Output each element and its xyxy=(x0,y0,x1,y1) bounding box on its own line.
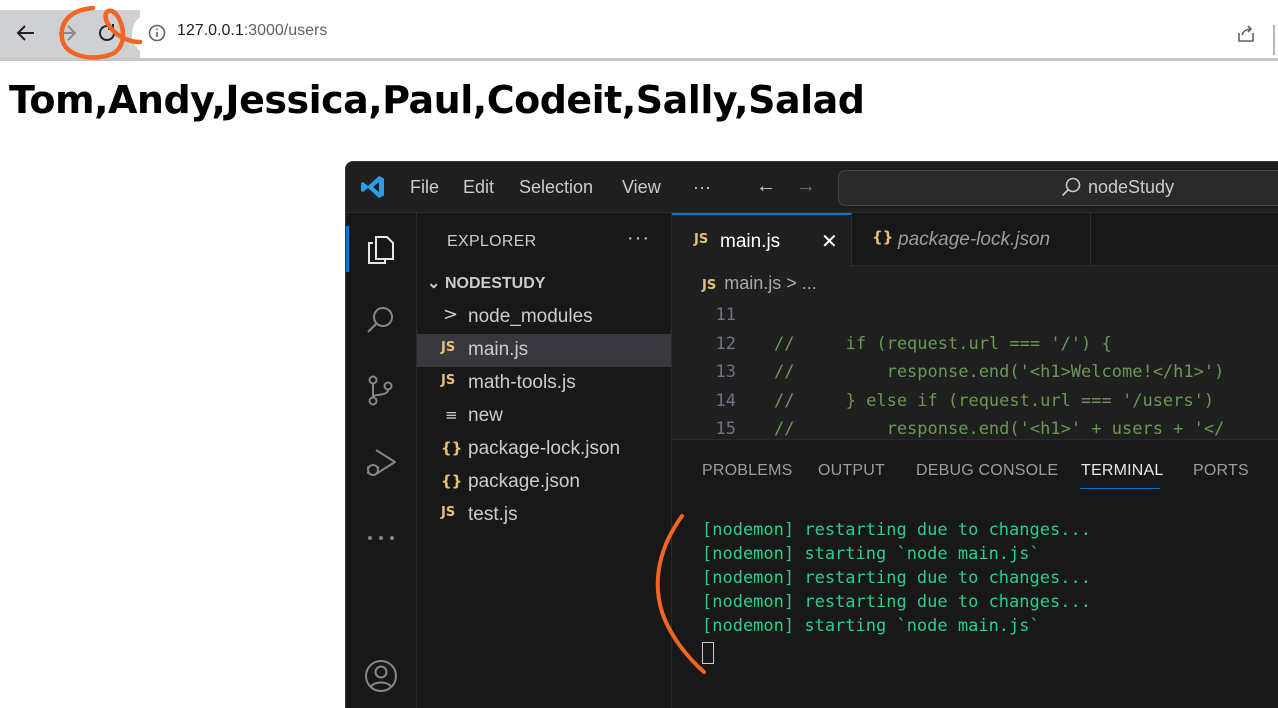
tab-main-js[interactable]: JS main.js ✕ xyxy=(672,213,852,267)
json-file-icon: {} xyxy=(441,472,463,490)
tree-item-label: node_modules xyxy=(468,306,593,327)
code-line: 11 xyxy=(672,305,1278,333)
code-text: // response.end('<h1>Welcome!</h1>') xyxy=(774,362,1225,382)
code-text: // if (request.url === '/') { xyxy=(774,334,1112,354)
active-indicator xyxy=(346,226,349,272)
tree-item-main-js[interactable]: JS main.js xyxy=(417,334,671,367)
title-bar: File Edit Selection View ··· ← → nodeStu… xyxy=(346,162,1278,213)
nav-forward-icon[interactable]: → xyxy=(796,175,816,198)
js-file-icon: JS xyxy=(441,373,456,388)
toolbar-divider xyxy=(0,58,1278,61)
terminal-tab-underline xyxy=(1080,488,1160,489)
tree-item-label: package-lock.json xyxy=(468,438,621,459)
code-line: 12 // if (request.url === '/') { xyxy=(672,334,1278,362)
json-file-icon: {} xyxy=(872,228,894,246)
more-actions-icon[interactable] xyxy=(364,521,398,555)
code-line: 14 // } else if (request.url === '/users'… xyxy=(672,391,1278,419)
tree-item-math-tools-js[interactable]: JS math-tools.js xyxy=(417,367,671,400)
vscode-window: File Edit Selection View ··· ← → nodeStu… xyxy=(345,161,1278,708)
js-file-icon: JS xyxy=(702,278,717,293)
workspace-folder-label: NODESTUDY xyxy=(445,275,546,292)
activity-bar xyxy=(346,213,417,708)
line-number: 14 xyxy=(715,391,736,411)
close-icon[interactable]: ✕ xyxy=(821,229,838,254)
page-heading: Tom,Andy,Jessica,Paul,Codeit,Sally,Salad xyxy=(9,78,865,122)
editor-area: JS main.js ✕ {} package-lock.json JS main… xyxy=(672,213,1278,708)
tab-problems[interactable]: PROBLEMS xyxy=(702,462,793,480)
tab-ports[interactable]: PORTS xyxy=(1193,462,1249,480)
breadcrumb[interactable]: JS main.js > ... xyxy=(702,273,817,294)
code-view[interactable]: 11 12 // if (request.url === '/') { 13 // … xyxy=(672,301,1278,439)
menu-selection[interactable]: Selection xyxy=(519,177,593,198)
breadcrumb-text: main.js > ... xyxy=(724,273,817,293)
tree-item-new[interactable]: ≡ new xyxy=(417,400,671,433)
workspace-folder[interactable]: ⌄ NODESTUDY xyxy=(427,273,545,293)
explorer-more-button[interactable]: ··· xyxy=(627,227,650,250)
code-text: // } else if (request.url === '/users') xyxy=(774,391,1225,411)
tab-debug-console[interactable]: DEBUG CONSOLE xyxy=(916,462,1058,480)
search-icon xyxy=(1060,176,1082,203)
text-file-icon: ≡ xyxy=(445,406,458,424)
chevron-down-icon: ⌄ xyxy=(427,275,441,292)
line-number: 15 xyxy=(715,419,736,439)
chevron-right-icon: > xyxy=(443,304,459,325)
tree-item-node-modules[interactable]: > node_modules xyxy=(417,301,671,334)
line-number: 13 xyxy=(715,362,736,382)
terminal-line: [nodemon] restarting due to changes... xyxy=(702,568,1091,588)
json-file-icon: {} xyxy=(441,439,463,457)
url-path: :3000/users xyxy=(243,22,328,39)
back-arrow-icon[interactable] xyxy=(11,18,41,48)
terminal-line: [nodemon] restarting due to changes... xyxy=(702,520,1091,540)
bottom-panel: PROBLEMS OUTPUT DEBUG CONSOLE TERMINAL P… xyxy=(672,439,1278,708)
line-number: 12 xyxy=(715,334,736,354)
menu-more[interactable]: ··· xyxy=(693,177,711,198)
code-line: 13 // response.end('<h1>Welcome!</h1>') xyxy=(672,362,1278,390)
tree-item-label: test.js xyxy=(468,504,518,525)
nav-back-icon[interactable]: ← xyxy=(756,175,776,198)
search-view-icon[interactable] xyxy=(364,303,398,337)
menu-edit[interactable]: Edit xyxy=(463,177,494,198)
window-edge xyxy=(1270,10,1278,60)
url-host: 127.0.0.1 xyxy=(177,22,244,39)
accounts-icon[interactable] xyxy=(364,659,398,693)
share-icon[interactable] xyxy=(1236,24,1256,49)
reload-icon[interactable] xyxy=(92,18,122,48)
tree-item-package-lock-json[interactable]: {} package-lock.json xyxy=(417,433,671,466)
explorer-sidebar: EXPLORER ··· ⌄ NODESTUDY > node_modules J… xyxy=(417,213,672,708)
url-text[interactable]: 127.0.0.1:3000/users xyxy=(177,22,327,40)
info-icon[interactable] xyxy=(148,24,166,47)
tree-item-package-json[interactable]: {} package.json xyxy=(417,466,671,499)
js-file-icon: JS xyxy=(441,340,456,355)
line-number: 11 xyxy=(715,305,736,325)
tab-terminal[interactable]: TERMINAL xyxy=(1081,462,1164,480)
js-file-icon: JS xyxy=(694,232,709,247)
terminal-cursor xyxy=(702,642,714,664)
vscode-logo-icon xyxy=(360,174,386,205)
terminal-line: [nodemon] starting `node main.js` xyxy=(702,616,1040,636)
run-debug-icon[interactable] xyxy=(364,445,398,479)
explorer-files-icon[interactable] xyxy=(364,233,398,267)
tab-output[interactable]: OUTPUT xyxy=(818,462,885,480)
tree-item-label: main.js xyxy=(468,339,529,360)
tab-label: package-lock.json xyxy=(898,229,1051,250)
tab-package-lock-json[interactable]: {} package-lock.json xyxy=(852,213,1091,265)
js-file-icon: JS xyxy=(441,505,456,520)
command-center-text: nodeStudy xyxy=(1088,177,1175,197)
terminal-line: [nodemon] restarting due to changes... xyxy=(702,592,1091,612)
tab-label: main.js xyxy=(720,231,781,252)
explorer-title: EXPLORER xyxy=(447,233,537,250)
menu-view[interactable]: View xyxy=(622,177,661,198)
tree-item-label: new xyxy=(468,405,503,426)
forward-arrow-icon[interactable] xyxy=(52,18,82,48)
source-control-icon[interactable] xyxy=(364,373,398,407)
command-center[interactable] xyxy=(838,170,1278,206)
terminal-line: [nodemon] starting `node main.js` xyxy=(702,544,1040,564)
tree-item-test-js[interactable]: JS test.js xyxy=(417,499,671,532)
browser-toolbar: 127.0.0.1:3000/users xyxy=(0,0,1278,66)
code-text: // response.end('<h1>' + users + '</ xyxy=(774,419,1225,439)
editor-tabs: JS main.js ✕ {} package-lock.json xyxy=(672,213,1278,267)
tree-item-label: math-tools.js xyxy=(468,372,576,393)
menu-file[interactable]: File xyxy=(410,177,439,198)
tree-item-label: package.json xyxy=(468,471,580,492)
